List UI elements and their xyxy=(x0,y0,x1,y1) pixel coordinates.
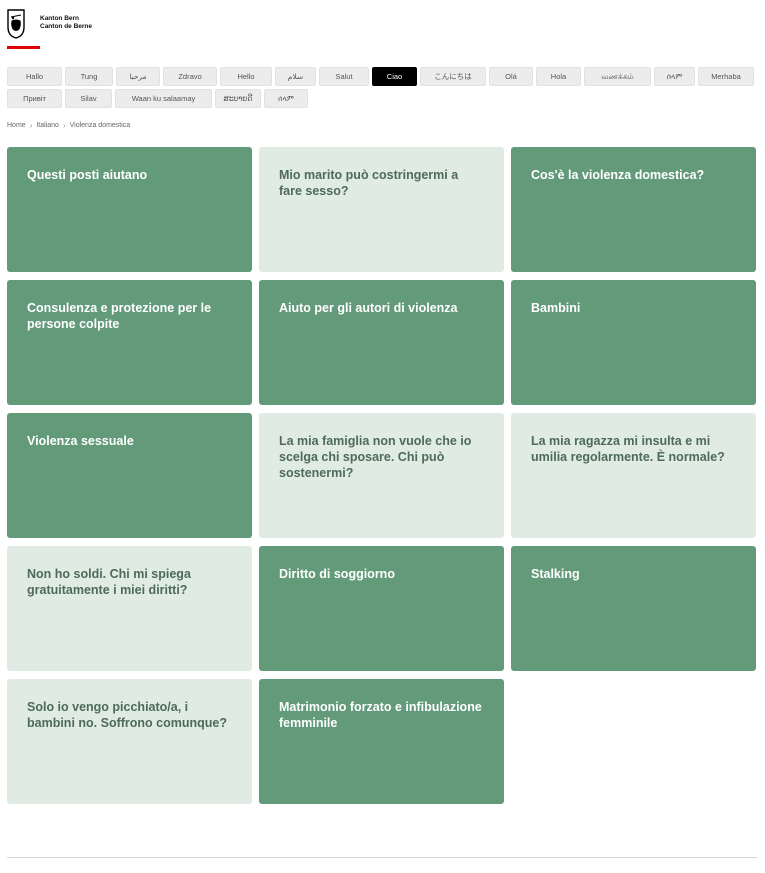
language-button[interactable]: こんにちは xyxy=(420,67,486,86)
topic-card[interactable]: Mio marito può costringermi a fare sesso… xyxy=(259,147,504,272)
language-button[interactable]: Zdravo xyxy=(163,67,217,86)
topic-card-title: Non ho soldi. Chi mi spiega gratuitament… xyxy=(27,567,191,597)
site-header: Kanton Bern Canton de Berne xyxy=(7,9,207,49)
topic-card-title: Solo io vengo picchiato/a, i bambini no.… xyxy=(27,700,227,730)
language-button[interactable]: Waan ku salaamay xyxy=(115,89,212,108)
language-button[interactable]: வணக்கம் xyxy=(584,67,651,86)
breadcrumb-current: Violenza domestica xyxy=(69,122,131,129)
language-button[interactable]: Hello xyxy=(220,67,272,86)
breadcrumb-separator-icon: › xyxy=(29,121,33,130)
topic-card[interactable]: Bambini xyxy=(511,280,756,405)
breadcrumb-language[interactable]: Italiano xyxy=(36,122,59,129)
language-button[interactable]: Hallo xyxy=(7,67,62,86)
topic-card[interactable]: Stalking xyxy=(511,546,756,671)
topic-card-title: Aiuto per gli autori di violenza xyxy=(279,301,458,315)
language-button[interactable]: Ciao xyxy=(372,67,417,86)
topic-grid: Questi posti aiutano Mio marito può costr… xyxy=(7,147,757,804)
brand-accent-bar xyxy=(7,46,40,49)
topic-card[interactable]: La mia famiglia non vuole che io scelga … xyxy=(259,413,504,538)
breadcrumb: Home › Italiano › Violenza domestica xyxy=(7,121,130,130)
topic-card[interactable]: Matrimonio forzato e infibulazione femmi… xyxy=(259,679,504,804)
bern-crest-logo[interactable] xyxy=(7,9,25,39)
topic-card-title: Mio marito può costringermi a fare sesso… xyxy=(279,168,459,198)
topic-card-title: Matrimonio forzato e infibulazione femmi… xyxy=(279,700,482,730)
topic-card[interactable]: Violenza sessuale xyxy=(7,413,252,538)
language-button[interactable]: Olá xyxy=(489,67,533,86)
language-button[interactable]: ሰላም xyxy=(654,67,695,86)
topic-card[interactable]: Consulenza e protezione per le persone c… xyxy=(7,280,252,405)
brand-line-1: Kanton Bern xyxy=(40,15,79,22)
language-button[interactable]: مرحبا xyxy=(116,67,160,86)
language-button[interactable]: Привіт xyxy=(7,89,62,108)
language-selector: Hallo Tung مرحبا Zdravo Hello سلام Salut Ciao こん… xyxy=(7,67,759,108)
language-button[interactable]: ສະບາຍດີ xyxy=(215,89,261,108)
topic-card[interactable]: Questi posti aiutano xyxy=(7,147,252,272)
brand-name[interactable]: Kanton Bern Canton de Berne xyxy=(40,15,92,31)
topic-card[interactable]: Cos'è la violenza domestica? xyxy=(511,147,756,272)
topic-card-title: La mia famiglia non vuole che io scelga … xyxy=(279,434,472,480)
topic-card-title: Bambini xyxy=(531,301,581,315)
topic-card[interactable]: Aiuto per gli autori di violenza xyxy=(259,280,504,405)
language-button[interactable]: Merhaba xyxy=(698,67,754,86)
topic-card-title: Violenza sessuale xyxy=(27,434,134,448)
breadcrumb-separator-icon: › xyxy=(62,121,66,130)
topic-card-title: Consulenza e protezione per le persone c… xyxy=(27,301,212,331)
language-button[interactable]: سلام xyxy=(275,67,316,86)
topic-card-title: La mia ragazza mi insulta e mi umilia re… xyxy=(531,434,725,464)
language-button[interactable]: ሰላም xyxy=(264,89,308,108)
topic-card-title: Diritto di soggiorno xyxy=(279,567,395,581)
footer-divider xyxy=(7,857,757,858)
language-button[interactable]: Hola xyxy=(536,67,581,86)
topic-card[interactable]: Solo io vengo picchiato/a, i bambini no.… xyxy=(7,679,252,804)
topic-card[interactable]: Diritto di soggiorno xyxy=(259,546,504,671)
brand-line-2: Canton de Berne xyxy=(40,23,93,30)
topic-card[interactable]: Non ho soldi. Chi mi spiega gratuitament… xyxy=(7,546,252,671)
language-button[interactable]: Tung xyxy=(65,67,113,86)
language-button[interactable]: Salut xyxy=(319,67,369,86)
topic-card-title: Cos'è la violenza domestica? xyxy=(531,168,705,182)
topic-card-title: Stalking xyxy=(531,567,580,581)
topic-card-title: Questi posti aiutano xyxy=(27,168,148,182)
language-button[interactable]: Silav xyxy=(65,89,112,108)
breadcrumb-home[interactable]: Home xyxy=(7,122,26,129)
topic-card[interactable]: La mia ragazza mi insulta e mi umilia re… xyxy=(511,413,756,538)
